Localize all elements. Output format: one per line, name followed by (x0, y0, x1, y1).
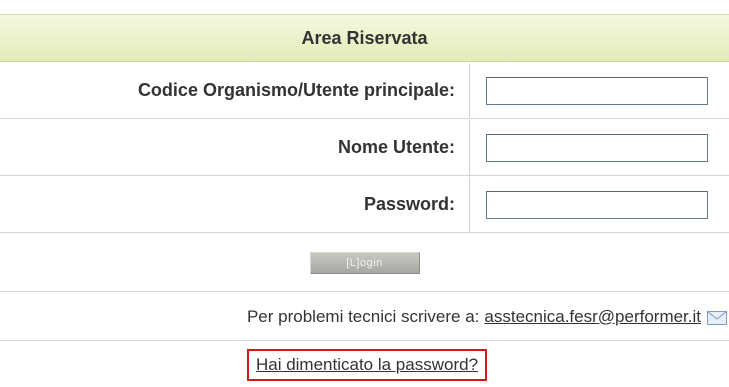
code-input-cell (471, 63, 729, 118)
support-email-link[interactable]: asstecnica.fesr@performer.it (484, 307, 701, 327)
password-input[interactable] (486, 190, 708, 219)
support-text: Per problemi tecnici scrivere a: (246, 306, 480, 326)
password-label: Password: (0, 177, 470, 232)
mail-icon[interactable] (707, 310, 727, 325)
username-input-cell (471, 120, 729, 175)
panel-title: Area Riservata (301, 27, 428, 48)
forgot-password-highlight: Hai dimenticato la password? (246, 348, 488, 381)
code-label: Codice Organismo/Utente principale: (0, 63, 470, 118)
forgot-password-link[interactable]: Hai dimenticato la password? (256, 355, 478, 374)
forgot-row: Hai dimenticato la password? (0, 342, 729, 387)
code-input[interactable] (486, 76, 708, 105)
login-button[interactable]: [L]ogin (309, 251, 420, 274)
field-row-password: Password: (0, 177, 729, 233)
panel-header: Area Riservata (0, 14, 729, 62)
login-panel: Area Riservata Codice Organismo/Utente p… (0, 0, 729, 387)
password-input-cell (471, 177, 729, 232)
support-row: Per problemi tecnici scrivere a: asstecn… (0, 293, 729, 341)
login-row: [L]ogin (0, 234, 729, 292)
username-label: Nome Utente: (0, 120, 470, 175)
field-row-code: Codice Organismo/Utente principale: (0, 63, 729, 119)
username-input[interactable] (486, 133, 708, 162)
field-row-username: Nome Utente: (0, 120, 729, 176)
